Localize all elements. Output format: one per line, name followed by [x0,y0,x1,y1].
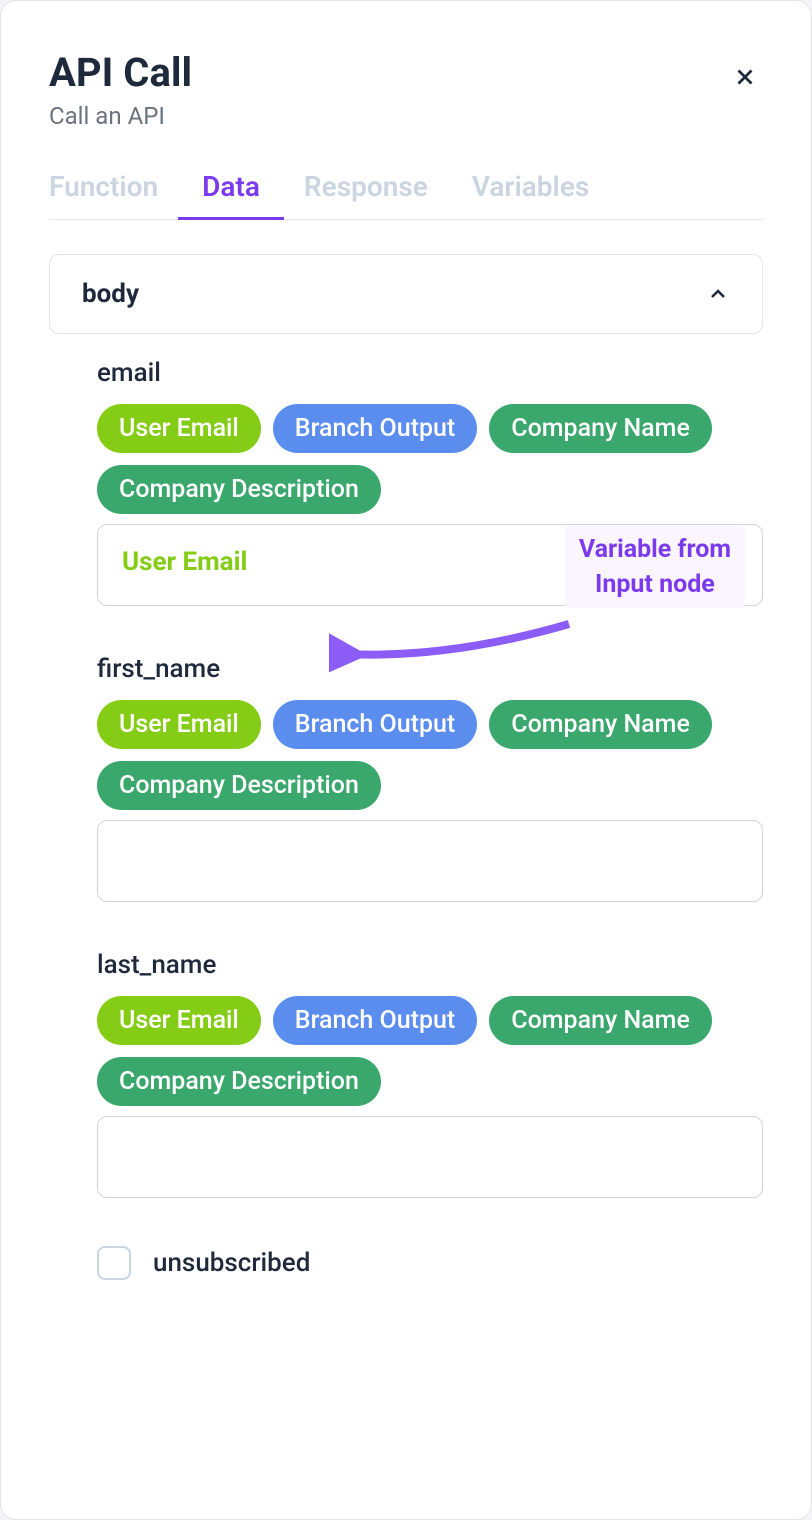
annotation-line1: Variable from [579,532,731,567]
pill-branch-output[interactable]: Branch Output [273,996,477,1045]
pill-company-name[interactable]: Company Name [489,404,712,453]
variable-pills-last-name: User Email Branch Output Company Name Co… [97,996,763,1106]
variable-pills-email: User Email Branch Output Company Name Co… [97,404,763,514]
header: API Call Call an API [49,49,763,130]
pill-branch-output[interactable]: Branch Output [273,700,477,749]
field-label-email: email [97,358,763,388]
panel-title: API Call [49,49,192,96]
tab-response[interactable]: Response [304,160,428,219]
pill-company-name[interactable]: Company Name [489,700,712,749]
pill-branch-output[interactable]: Branch Output [273,404,477,453]
checkbox-label-unsubscribed: unsubscribed [153,1248,310,1278]
close-button[interactable] [727,59,763,95]
pill-company-description[interactable]: Company Description [97,761,381,810]
api-call-panel: API Call Call an API Function Data Respo… [0,0,812,1520]
annotation-line2: Input node [579,567,731,602]
pill-user-email[interactable]: User Email [97,404,261,453]
pill-company-name[interactable]: Company Name [489,996,712,1045]
section-body-toggle[interactable]: body [49,254,763,334]
field-last-name: last_name User Email Branch Output Compa… [97,950,763,1198]
pill-user-email[interactable]: User Email [97,996,261,1045]
input-first-name[interactable] [97,820,763,902]
pill-user-email[interactable]: User Email [97,700,261,749]
tabs: Function Data Response Variables [49,160,763,220]
field-label-first-name: first_name [97,654,763,684]
field-label-last-name: last_name [97,950,763,980]
chevron-up-icon [706,282,730,306]
tab-data[interactable]: Data [202,160,260,219]
annotation-label: Variable from Input node [565,526,745,608]
checkbox-unsubscribed[interactable] [97,1246,131,1280]
variable-pills-first-name: User Email Branch Output Company Name Co… [97,700,763,810]
panel-subtitle: Call an API [49,102,192,130]
tab-function[interactable]: Function [49,160,158,219]
field-unsubscribed: unsubscribed [97,1246,763,1280]
input-last-name[interactable] [97,1116,763,1198]
close-icon [732,64,758,90]
section-label: body [82,279,139,309]
pill-company-description[interactable]: Company Description [97,465,381,514]
title-block: API Call Call an API [49,49,192,130]
field-first-name: first_name User Email Branch Output Comp… [97,654,763,902]
tab-variables[interactable]: Variables [472,160,589,219]
pill-company-description[interactable]: Company Description [97,1057,381,1106]
